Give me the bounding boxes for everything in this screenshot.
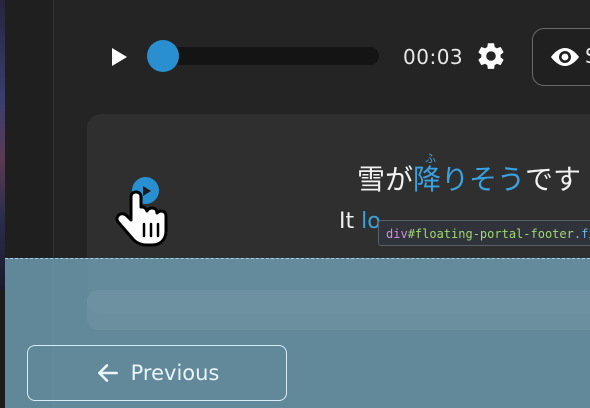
next-card-ghost [87,290,590,330]
audio-seek-thumb[interactable] [147,40,179,72]
gear-icon[interactable] [475,40,507,72]
previous-button[interactable]: Previous [27,345,287,401]
play-icon [112,48,127,66]
audio-time: 00:03 [403,45,464,69]
english-translation: It lo [339,209,381,234]
japanese-sentence: 雪が降りそうです [357,160,581,200]
jp-highlight-word[interactable]: 降りそう [413,163,525,196]
hand-cursor-icon [115,190,168,247]
eye-icon [551,48,579,66]
app-root: 00:03 S ふ 雪が降りそうです It lo div#floating-po… [0,0,590,408]
audio-play-button[interactable] [108,44,130,70]
audio-seek-track[interactable] [150,47,379,65]
show-toggle-label: S [585,44,590,68]
arrow-left-icon [97,364,118,382]
en-text: It [339,209,362,234]
devtools-element-tooltip: div#floating-portal-footer.fixed. [378,220,590,246]
previous-button-label: Previous [130,361,220,385]
tooltip-id: #floating-portal-footer [407,227,574,241]
tooltip-class: .fixed. [573,227,590,241]
jp-text: です [525,163,582,196]
tooltip-tag: div [386,227,408,241]
jp-text: 雪が [357,163,414,196]
